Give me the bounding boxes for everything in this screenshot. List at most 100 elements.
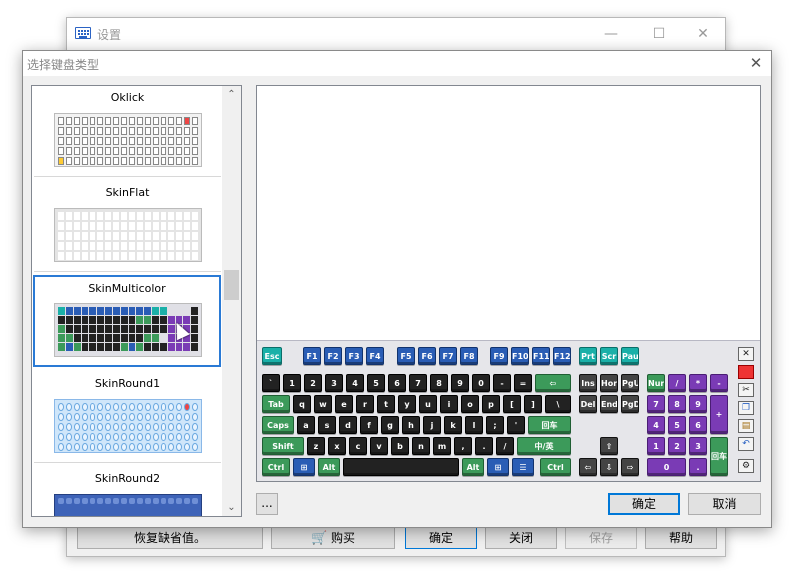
key[interactable]: Scr <box>600 347 618 365</box>
key[interactable]: 8 <box>430 374 448 392</box>
key[interactable]: F3 <box>345 347 363 365</box>
key[interactable]: y <box>398 395 416 413</box>
key[interactable]: l <box>465 416 483 434</box>
list-item-skinflat[interactable]: SkinFlat <box>34 180 221 272</box>
key[interactable]: 7 <box>409 374 427 392</box>
key[interactable]: - <box>710 374 728 392</box>
key[interactable]: b <box>391 437 409 455</box>
key[interactable]: 1 <box>647 437 665 455</box>
key[interactable]: z <box>307 437 325 455</box>
list-scrollbar[interactable]: ⌃ ⌄ <box>222 86 241 516</box>
key[interactable]: . <box>475 437 493 455</box>
key[interactable]: Ins <box>579 374 597 392</box>
key[interactable]: F8 <box>460 347 478 365</box>
key[interactable]: p <box>482 395 500 413</box>
key[interactable]: F11 <box>532 347 550 365</box>
key[interactable]: t <box>377 395 395 413</box>
key[interactable]: F4 <box>366 347 384 365</box>
key[interactable]: Ctrl <box>262 458 290 476</box>
key[interactable]: 3 <box>325 374 343 392</box>
key[interactable]: m <box>433 437 451 455</box>
key[interactable]: F2 <box>324 347 342 365</box>
key[interactable]: 2 <box>668 437 686 455</box>
key[interactable]: e <box>335 395 353 413</box>
key[interactable]: [ <box>503 395 521 413</box>
restore-defaults-button[interactable]: 恢复缺省值。 <box>77 527 263 549</box>
key[interactable]: s <box>318 416 336 434</box>
undo-icon[interactable]: ↶ <box>738 437 754 451</box>
key[interactable]: + <box>710 395 728 434</box>
key[interactable]: u <box>419 395 437 413</box>
minimize-button[interactable]: — <box>597 24 625 44</box>
key[interactable]: F5 <box>397 347 415 365</box>
key[interactable]: * <box>689 374 707 392</box>
arrow-right-icon[interactable]: ⇨ <box>621 458 639 476</box>
key[interactable]: c <box>349 437 367 455</box>
key[interactable]: n <box>412 437 430 455</box>
key[interactable]: 8 <box>668 395 686 413</box>
key[interactable]: 5 <box>367 374 385 392</box>
key[interactable]: 0 <box>647 458 686 476</box>
key[interactable]: q <box>293 395 311 413</box>
key[interactable]: - <box>493 374 511 392</box>
key[interactable]: a <box>297 416 315 434</box>
settings-help-button[interactable]: 帮助 <box>645 527 717 549</box>
flag-icon[interactable] <box>738 365 754 379</box>
key[interactable]: = <box>514 374 532 392</box>
key[interactable]: F1 <box>303 347 321 365</box>
key[interactable]: Esc <box>262 347 282 365</box>
key[interactable]: h <box>402 416 420 434</box>
list-item-skinround1[interactable]: SkinRound1 <box>34 371 221 463</box>
key[interactable]: 2 <box>304 374 322 392</box>
key[interactable]: i <box>440 395 458 413</box>
key[interactable]: ' <box>507 416 525 434</box>
key[interactable]: \ <box>545 395 571 413</box>
key[interactable]: 4 <box>647 416 665 434</box>
key[interactable]: 0 <box>472 374 490 392</box>
key[interactable]: 9 <box>451 374 469 392</box>
settings-ok-button[interactable]: 确定 <box>405 527 477 549</box>
settings-close-button[interactable]: 关闭 <box>485 527 557 549</box>
maximize-button[interactable]: ☐ <box>645 24 673 44</box>
key[interactable]: Caps <box>262 416 294 434</box>
key[interactable]: Alt <box>318 458 340 476</box>
scroll-down-icon[interactable]: ⌄ <box>222 499 241 516</box>
keyboard-skin-list[interactable]: Oklick SkinFlat SkinMulticolor SkinRound… <box>31 85 242 517</box>
key[interactable]: v <box>370 437 388 455</box>
key[interactable]: 中/英 <box>517 437 571 455</box>
key[interactable]: Tab <box>262 395 290 413</box>
arrow-left-icon[interactable]: ⇦ <box>579 458 597 476</box>
key[interactable]: f <box>360 416 378 434</box>
key[interactable]: F7 <box>439 347 457 365</box>
arrow-down-icon[interactable]: ⇩ <box>600 458 618 476</box>
key[interactable]: x <box>328 437 346 455</box>
more-options-button[interactable]: ... <box>256 493 278 515</box>
copy-icon[interactable]: ❐ <box>738 401 754 415</box>
key[interactable]: Nur <box>647 374 665 392</box>
menu-key-icon[interactable]: ☰ <box>512 458 534 476</box>
key[interactable]: r <box>356 395 374 413</box>
key[interactable]: Shift <box>262 437 304 455</box>
dialog-ok-button[interactable]: 确定 <box>608 493 680 515</box>
key[interactable]: F12 <box>553 347 571 365</box>
key[interactable]: k <box>444 416 462 434</box>
arrow-up-icon[interactable]: ⇧ <box>600 437 618 455</box>
key[interactable]: 9 <box>689 395 707 413</box>
key[interactable]: 回车 <box>710 437 728 476</box>
key[interactable]: 5 <box>668 416 686 434</box>
spacebar-key[interactable] <box>343 458 459 476</box>
key[interactable]: g <box>381 416 399 434</box>
key[interactable]: F6 <box>418 347 436 365</box>
key[interactable]: PgU <box>621 374 639 392</box>
key[interactable]: ] <box>524 395 542 413</box>
key[interactable]: Ctrl <box>540 458 571 476</box>
windows-key-icon[interactable]: ⊞ <box>293 458 315 476</box>
scroll-up-icon[interactable]: ⌃ <box>222 86 241 103</box>
key[interactable]: ; <box>486 416 504 434</box>
close-button[interactable]: ✕ <box>689 24 717 44</box>
key[interactable]: 7 <box>647 395 665 413</box>
key[interactable]: 3 <box>689 437 707 455</box>
key[interactable]: F10 <box>511 347 529 365</box>
key[interactable]: w <box>314 395 332 413</box>
list-item-skinmulticolor[interactable]: SkinMulticolor <box>33 275 221 367</box>
